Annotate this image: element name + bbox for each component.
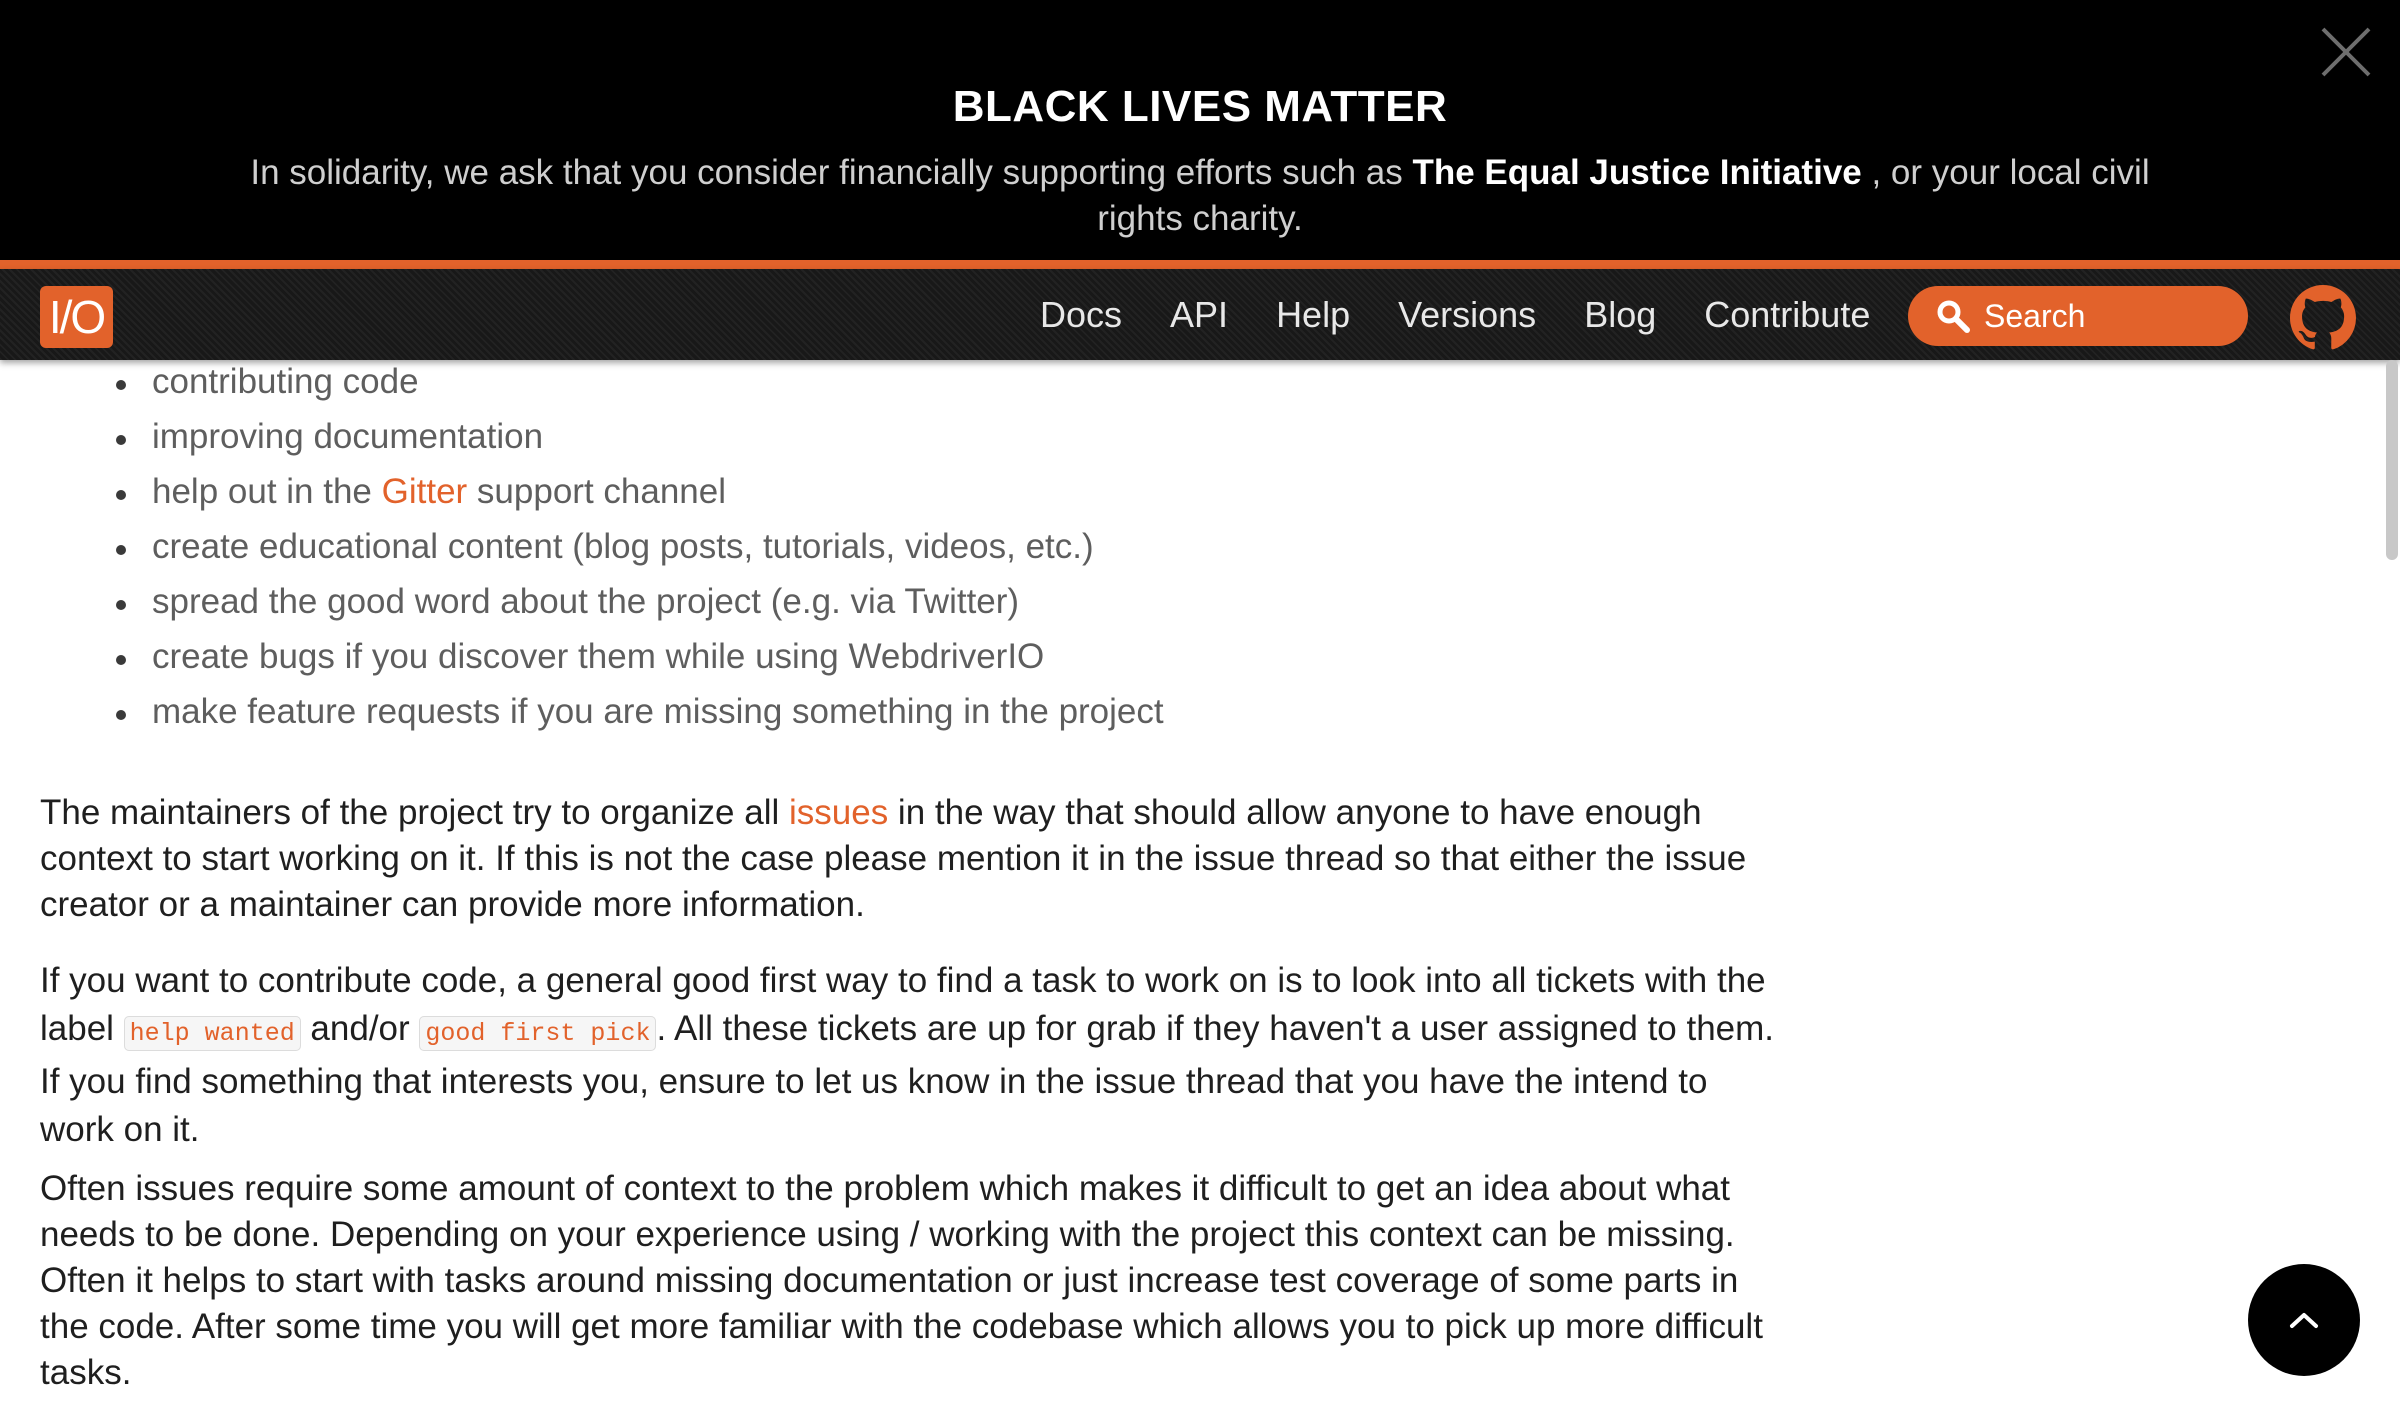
- nav-blog[interactable]: Blog: [1584, 294, 1656, 336]
- announcement-banner: BLACK LIVES MATTER In solidarity, we ask…: [0, 0, 2400, 260]
- label-help-wanted: help wanted: [123, 1016, 301, 1051]
- contribution-list: contributing code improving documentatio…: [40, 360, 1164, 745]
- banner-title: BLACK LIVES MATTER: [952, 82, 1448, 131]
- search-box[interactable]: [1908, 286, 2248, 346]
- site-logo[interactable]: I/O: [40, 286, 113, 348]
- list-item: make feature requests if you are missing…: [40, 690, 1164, 745]
- nav-docs[interactable]: Docs: [1040, 294, 1122, 336]
- banner-text-before: In solidarity, we ask that you consider …: [250, 153, 1413, 192]
- equal-justice-link[interactable]: The Equal Justice Initiative: [1412, 153, 1861, 192]
- paragraph-issues: The maintainers of the project try to or…: [40, 793, 1747, 924]
- label-good-first-pick: good first pick: [419, 1016, 657, 1051]
- nav-versions[interactable]: Versions: [1398, 294, 1536, 336]
- nav-api[interactable]: API: [1170, 294, 1228, 336]
- list-item: create educational content (blog posts, …: [40, 525, 1164, 580]
- search-icon: [1937, 300, 1970, 333]
- banner-text: In solidarity, we ask that you consider …: [240, 150, 2160, 242]
- list-item: create bugs if you discover them while u…: [40, 635, 1164, 690]
- nav-contribute[interactable]: Contribute: [1704, 294, 1870, 336]
- back-to-top-button[interactable]: [2248, 1264, 2360, 1376]
- github-icon[interactable]: [2290, 285, 2356, 351]
- search-input[interactable]: [1982, 296, 2226, 336]
- list-item: spread the good word about the project (…: [40, 580, 1164, 635]
- close-icon[interactable]: [2320, 26, 2372, 78]
- gitter-link[interactable]: Gitter: [382, 472, 468, 511]
- nav-help[interactable]: Help: [1276, 294, 1350, 336]
- issues-link[interactable]: issues: [789, 793, 888, 832]
- paragraph-context: Often issues require some amount of cont…: [40, 1169, 1763, 1392]
- paragraph-contribute-code: If you want to contribute code, a genera…: [40, 961, 1775, 1149]
- chevron-up-icon: [2290, 1313, 2318, 1328]
- nav-links: Docs API Help Versions Blog Contribute: [1040, 269, 1918, 360]
- banner-accent-bar: [0, 260, 2400, 269]
- top-navigation: I/O Docs API Help Versions Blog Contribu…: [0, 269, 2400, 360]
- list-item: improving documentation: [40, 415, 1164, 470]
- scrollbar-thumb[interactable]: [2386, 360, 2398, 560]
- list-item: contributing code: [40, 360, 1164, 415]
- list-item: help out in the Gitter support channel: [40, 470, 1164, 525]
